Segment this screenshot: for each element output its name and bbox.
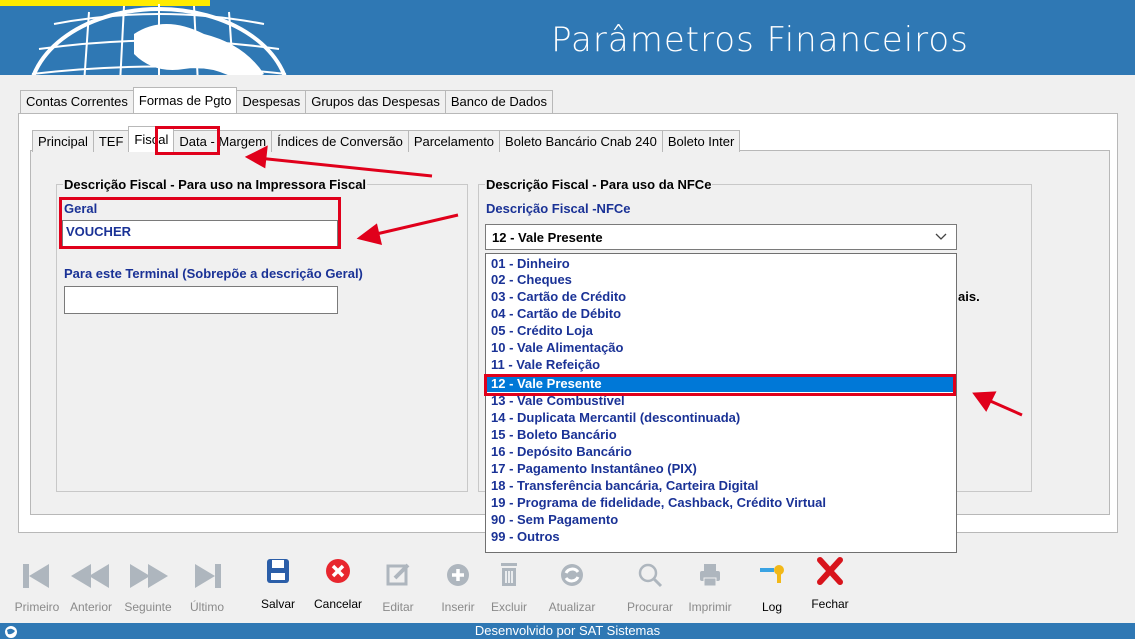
close-label: Fechar [811, 597, 849, 611]
first-label: Primeiro [14, 600, 60, 614]
insert-plus-icon [447, 564, 469, 586]
insert-label: Inserir [441, 600, 475, 614]
delete-label: Excluir [490, 600, 527, 614]
edit-label: Editar [382, 600, 414, 614]
print-label: Imprimir [688, 600, 732, 614]
cancel-icon [326, 559, 350, 583]
refresh-label: Atualizar [548, 600, 596, 614]
last-record-icon [195, 564, 221, 588]
log-button[interactable]: Log [756, 553, 788, 623]
cancel-label: Cancelar [313, 597, 363, 611]
edit-icon [386, 563, 410, 586]
search-button[interactable]: Procurar [620, 553, 680, 623]
trash-icon [501, 563, 517, 586]
previous-button[interactable]: Anterior [64, 553, 118, 623]
next-button[interactable]: Seguinte [118, 553, 178, 623]
next-label: Seguinte [124, 600, 172, 614]
refresh-button[interactable]: Atualizar [540, 553, 604, 623]
print-button[interactable]: Imprimir [682, 553, 738, 623]
search-label: Procurar [626, 600, 673, 614]
previous-label: Anterior [69, 600, 113, 614]
edit-button[interactable]: Editar [378, 553, 418, 623]
search-icon [638, 563, 663, 588]
last-label: Último [189, 600, 224, 614]
next-record-icon [130, 564, 168, 588]
status-bar: Desenvolvido por SAT Sistemas [0, 623, 1135, 639]
save-disk-icon [267, 559, 289, 583]
save-button[interactable]: Salvar [254, 553, 302, 623]
first-button[interactable]: Primeiro [8, 553, 66, 623]
key-icon [760, 565, 784, 583]
close-button[interactable]: Fechar [808, 553, 852, 623]
first-record-icon [23, 564, 49, 588]
delete-button[interactable]: Excluir [484, 553, 534, 623]
cancel-button[interactable]: Cancelar [306, 553, 370, 623]
printer-icon [700, 564, 720, 587]
log-label: Log [761, 600, 783, 614]
insert-button[interactable]: Inserir [436, 553, 480, 623]
previous-record-icon [71, 564, 109, 588]
annotation-arrows [244, 145, 1023, 417]
last-button[interactable]: Último [182, 553, 232, 623]
refresh-icon [561, 564, 583, 586]
save-label: Salvar [260, 597, 295, 611]
status-text: Desenvolvido por SAT Sistemas [474, 623, 661, 638]
action-toolbar: Primeiro Anterior Seguinte Último Salvar [0, 553, 1135, 623]
close-icon [817, 557, 843, 585]
